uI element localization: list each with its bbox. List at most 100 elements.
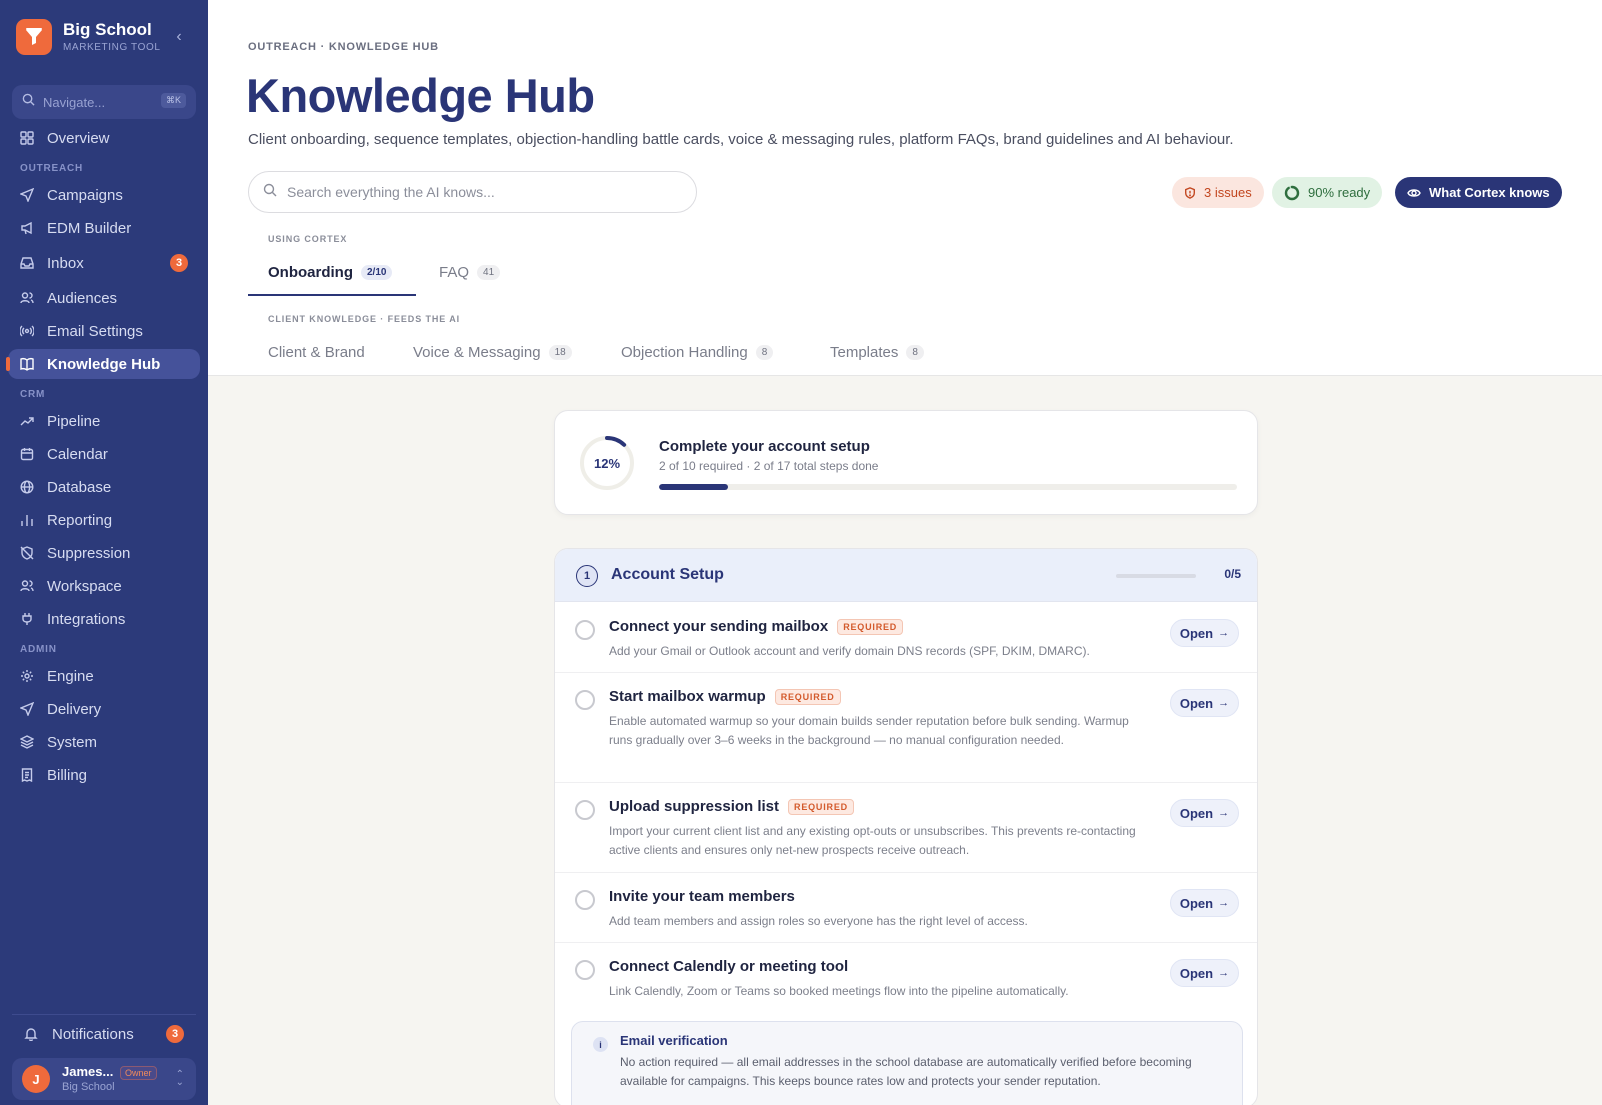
page-header: OUTREACH · KNOWLEDGE HUB Knowledge Hub C… (208, 0, 1602, 376)
sidebar-item-suppression[interactable]: Suppression (8, 538, 200, 568)
open-label: Open (1179, 625, 1214, 641)
tab-voice-messaging[interactable]: Voice & Messaging 18 (413, 335, 572, 369)
arrow-right-icon: → (1218, 807, 1230, 819)
sidebar-item-label: Calendar (47, 445, 108, 463)
layers-icon (20, 735, 34, 749)
tab-label: Client & Brand (268, 343, 365, 361)
shield-off-icon (20, 546, 34, 560)
sidebar-item-workspace[interactable]: Workspace (8, 571, 200, 601)
users-icon (20, 291, 34, 305)
sidebar-item-label: System (47, 733, 98, 751)
sidebar-item-label: Reporting (47, 511, 113, 529)
open-button[interactable]: Open → (1170, 959, 1239, 987)
sidebar-item-reporting[interactable]: Reporting (8, 505, 200, 535)
open-button[interactable]: Open → (1170, 889, 1239, 917)
tab-objection-handling[interactable]: Objection Handling 8 (621, 335, 774, 369)
tab-client-brand[interactable]: Client & Brand (268, 335, 365, 369)
open-label: Open (1179, 895, 1214, 911)
calendar-icon (20, 447, 34, 461)
sidebar-item-label: Database (47, 478, 112, 496)
breadcrumb: OUTREACH · KNOWLEDGE HUB (248, 41, 439, 53)
sidebar-item-label: Knowledge Hub (47, 355, 161, 373)
inbox-count-badge: 3 (170, 254, 188, 272)
send-icon (20, 188, 34, 202)
globe-icon (20, 480, 34, 494)
task-checkbox[interactable] (575, 620, 595, 640)
sidebar-item-pipeline[interactable]: Pipeline (8, 406, 200, 436)
tab-faq[interactable]: FAQ 41 (439, 255, 501, 289)
gear-icon (20, 669, 34, 683)
shield-alert-icon (1184, 186, 1196, 199)
page-title: Knowledge Hub (246, 69, 595, 122)
task-checkbox[interactable] (575, 690, 595, 710)
task-checkbox[interactable] (575, 890, 595, 910)
page-subtitle: Client onboarding, sequence templates, o… (248, 131, 1234, 148)
collapse-sidebar-button[interactable]: ‹ (170, 28, 188, 46)
arrow-right-icon: → (1218, 697, 1230, 709)
tab-label: FAQ (439, 263, 470, 281)
send-icon (20, 702, 34, 716)
sidebar-item-label: EDM Builder (47, 219, 132, 237)
sidebar-item-campaigns[interactable]: Campaigns (8, 180, 200, 210)
sidebar-item-database[interactable]: Database (8, 472, 200, 502)
notifications-button[interactable]: Notifications 3 (12, 1018, 196, 1050)
nav-search[interactable]: ⌘K (12, 85, 196, 119)
task-description: Import your current client list and any … (609, 824, 1136, 857)
broadcast-icon (20, 324, 34, 338)
sidebar-item-knowledge-hub[interactable]: Knowledge Hub (6, 349, 200, 379)
open-button[interactable]: Open → (1170, 799, 1239, 827)
checklist-item: Connect your sending mailbox REQUIRED Ad… (555, 603, 1257, 673)
tab-section-client-knowledge: CLIENT KNOWLEDGE · FEEDS THE AI (268, 314, 461, 324)
open-button[interactable]: Open → (1170, 689, 1239, 717)
email-verification-info: i Email verification No action required … (571, 1021, 1243, 1105)
receipt-icon (20, 768, 34, 782)
sidebar-item-engine[interactable]: Engine (8, 661, 200, 691)
task-checkbox[interactable] (575, 960, 595, 980)
open-label: Open (1179, 965, 1214, 981)
sidebar-item-label: Overview (47, 129, 110, 147)
sidebar-item-billing[interactable]: Billing (8, 760, 200, 790)
tab-templates[interactable]: Templates 8 (830, 335, 924, 369)
sidebar-item-audiences[interactable]: Audiences (8, 283, 200, 313)
checklist-header[interactable]: 1 Account Setup 0/5 (555, 549, 1257, 602)
sidebar-item-delivery[interactable]: Delivery (8, 694, 200, 724)
checklist-count: 0/5 (1224, 567, 1241, 581)
open-button[interactable]: Open → (1170, 619, 1239, 647)
sidebar-item-integrations[interactable]: Integrations (8, 604, 200, 634)
nav-section-outreach: OUTREACH (20, 163, 84, 174)
task-checkbox[interactable] (575, 800, 595, 820)
avatar: J (22, 1065, 50, 1093)
sidebar-item-calendar[interactable]: Calendar (8, 439, 200, 469)
required-badge: REQUIRED (837, 618, 904, 635)
sidebar-item-inbox[interactable]: Inbox 3 (8, 248, 200, 278)
setup-percent: 12% (593, 455, 621, 471)
knowledge-search[interactable] (248, 171, 697, 213)
nav-search-input[interactable] (43, 94, 151, 110)
open-label: Open (1179, 805, 1214, 821)
sidebar-item-edm-builder[interactable]: EDM Builder (8, 213, 200, 243)
tab-count: 41 (477, 264, 501, 280)
sidebar-item-email-settings[interactable]: Email Settings (8, 316, 200, 346)
brand-name: Big School (63, 20, 152, 39)
issues-badge-button[interactable]: 3 issues (1172, 177, 1264, 208)
task-title: Connect Calendly or meeting tool (609, 958, 849, 975)
sidebar-item-system[interactable]: System (8, 727, 200, 757)
user-menu[interactable]: J James... Owner Big School ⌃ ⌄ (12, 1058, 196, 1100)
nav-section-admin: ADMIN (20, 644, 57, 655)
tab-section-cortex: USING CORTEX (268, 234, 348, 244)
ready-badge-button[interactable]: 90% ready (1272, 177, 1383, 208)
issues-label: 3 issues (1204, 185, 1252, 200)
tab-onboarding[interactable]: Onboarding 2/10 (268, 255, 393, 289)
what-cortex-knows-button[interactable]: What Cortex knows (1395, 177, 1562, 208)
sidebar-item-label: Suppression (47, 544, 131, 562)
sidebar-divider (12, 1014, 196, 1015)
nav-section-crm: CRM (20, 389, 46, 400)
task-title-row: Connect Calendly or meeting tool (609, 958, 848, 975)
notifications-count-badge: 3 (166, 1025, 184, 1043)
task-title: Start mailbox warmup (609, 688, 766, 705)
task-title-row: Upload suppression list REQUIRED (609, 798, 854, 815)
sidebar-item-label: Integrations (47, 610, 126, 628)
brand-subtitle: MARKETING TOOL (63, 42, 161, 53)
knowledge-search-input[interactable] (287, 184, 667, 200)
sidebar-item-overview[interactable]: Overview (8, 123, 200, 153)
